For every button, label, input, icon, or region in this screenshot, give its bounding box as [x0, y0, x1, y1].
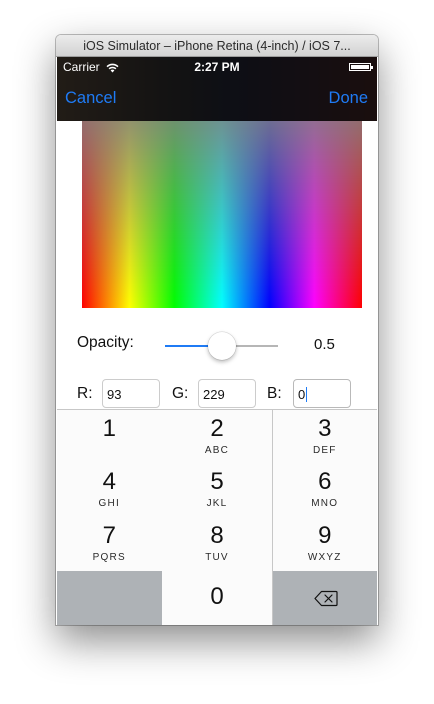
- number-keypad: 1 2 ABC 3 DEF 4 GHI 5 JKL 6 MNO 7 PQRS 8…: [57, 409, 377, 625]
- key-digit: 4: [102, 468, 116, 495]
- key-2[interactable]: 2 ABC: [162, 409, 272, 463]
- opacity-slider[interactable]: [165, 332, 278, 360]
- red-input-value: 93: [107, 387, 122, 402]
- text-cursor: [306, 387, 308, 402]
- key-6[interactable]: 6 MNO: [272, 463, 377, 517]
- cancel-button[interactable]: Cancel: [65, 89, 116, 108]
- key-digit: 1: [102, 414, 116, 442]
- key-3[interactable]: 3 DEF: [272, 409, 377, 463]
- key-4[interactable]: 4 GHI: [57, 463, 162, 517]
- blue-input-value: 0: [298, 387, 306, 402]
- device-screen: Carrier 2:27 PM Cancel Done Opacity: 0.5…: [57, 57, 377, 625]
- navigation-bar: Carrier 2:27 PM Cancel Done: [57, 57, 377, 121]
- key-letters: DEF: [312, 444, 337, 456]
- key-digit: 6: [318, 468, 332, 495]
- status-time: 2:27 PM: [194, 60, 240, 74]
- key-digit: 8: [210, 522, 224, 549]
- key-1[interactable]: 1: [57, 409, 162, 463]
- red-input[interactable]: 93: [102, 379, 160, 408]
- status-bar: Carrier 2:27 PM: [57, 57, 377, 77]
- key-letters: JKL: [206, 498, 228, 509]
- backspace-icon: [313, 590, 338, 612]
- key-5[interactable]: 5 JKL: [162, 463, 272, 517]
- key-digit: 9: [318, 522, 332, 549]
- green-input-value: 229: [203, 387, 225, 402]
- key-7[interactable]: 7 PQRS: [57, 517, 162, 571]
- done-button[interactable]: Done: [329, 89, 368, 108]
- key-letters: WXYZ: [307, 552, 342, 563]
- green-input[interactable]: 229: [198, 379, 256, 408]
- opacity-value: 0.5: [314, 336, 335, 353]
- key-letters: ABC: [204, 444, 230, 456]
- battery-icon: [349, 63, 373, 71]
- key-letters: PQRS: [92, 552, 126, 563]
- color-spectrum-picker[interactable]: [82, 121, 362, 308]
- key-letters: MNO: [311, 498, 339, 509]
- blank-key: [57, 571, 162, 625]
- key-digit: 3: [318, 414, 332, 442]
- key-digit: 7: [102, 522, 116, 549]
- key-8[interactable]: 8 TUV: [162, 517, 272, 571]
- green-label: G:: [172, 385, 189, 402]
- window-titlebar[interactable]: iOS Simulator – iPhone Retina (4-inch) /…: [56, 35, 378, 57]
- key-digit: 5: [210, 468, 224, 495]
- key-letters: GHI: [98, 498, 120, 509]
- key-digit: 2: [210, 414, 224, 442]
- key-digit: 0: [210, 583, 224, 610]
- red-label: R:: [77, 385, 93, 402]
- slider-thumb[interactable]: [208, 332, 236, 360]
- blue-label: B:: [267, 385, 282, 402]
- simulator-window: iOS Simulator – iPhone Retina (4-inch) /…: [56, 35, 378, 625]
- window-title: iOS Simulator – iPhone Retina (4-inch) /…: [83, 38, 351, 53]
- blue-input[interactable]: 0: [293, 379, 351, 408]
- key-letters: TUV: [205, 552, 229, 563]
- delete-key[interactable]: [272, 571, 377, 625]
- opacity-label: Opacity:: [77, 334, 134, 351]
- key-9[interactable]: 9 WXYZ: [272, 517, 377, 571]
- key-0[interactable]: 0: [162, 571, 272, 625]
